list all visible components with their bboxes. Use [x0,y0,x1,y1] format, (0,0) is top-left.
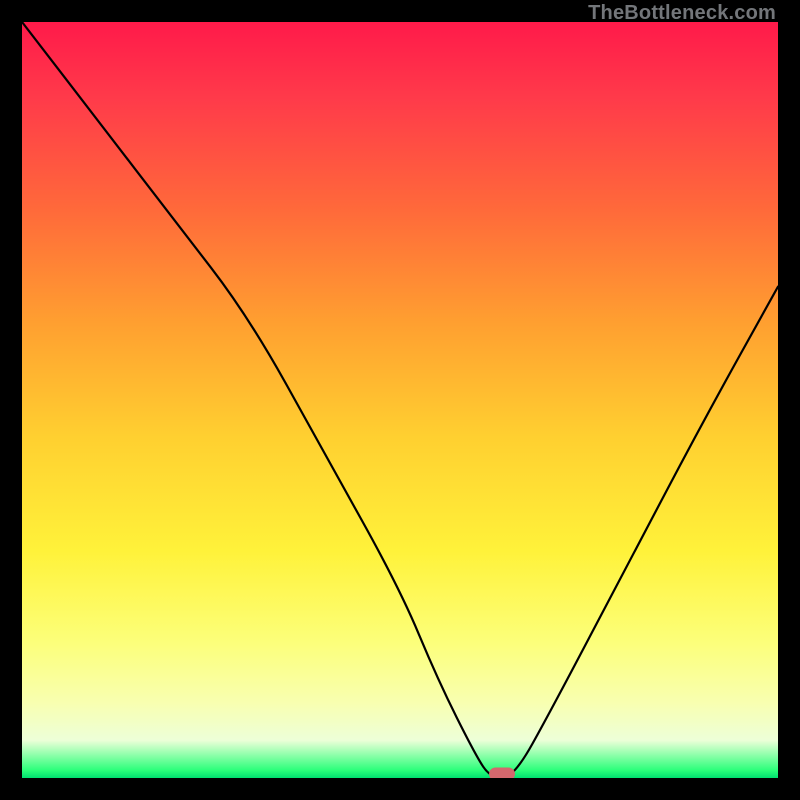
curve-path [22,22,778,778]
bottleneck-curve [22,22,778,778]
optimal-point-marker [489,768,515,778]
chart-frame: TheBottleneck.com [0,0,800,800]
plot-area [22,22,778,778]
